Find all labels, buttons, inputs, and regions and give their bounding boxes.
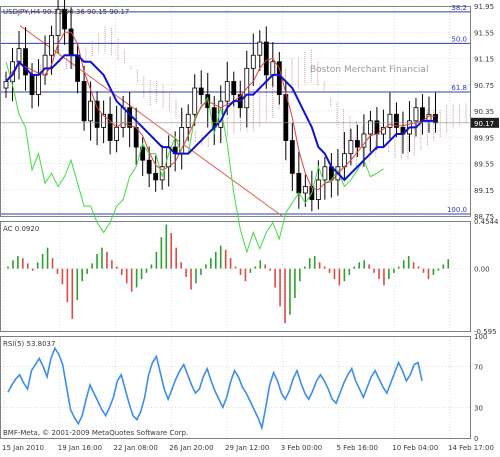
candle-body <box>192 87 198 115</box>
candle-body <box>146 159 152 174</box>
candle-body <box>263 41 269 76</box>
watermark: Boston Merchant Financial <box>310 65 428 75</box>
rsi-y-tick-label: 70 <box>474 364 483 372</box>
y-tick-label: 89.15 <box>474 187 494 195</box>
candle-body <box>153 172 159 181</box>
rsi-line <box>7 346 423 431</box>
y-tick-label: 91.15 <box>474 56 494 64</box>
candle-body <box>81 81 87 122</box>
candle-body <box>88 100 93 122</box>
x-tick-label: 5 Feb 16:00 <box>337 444 378 452</box>
x-tick-label: 26 Jan 20:00 <box>169 444 213 452</box>
y-tick-label: 89.55 <box>474 161 494 169</box>
candle-body <box>29 74 35 95</box>
candle-body <box>257 41 263 56</box>
panel-frame-2 <box>0 221 471 332</box>
rsi-y-tick-label: 0 <box>474 435 478 443</box>
rsi-y-tick-label: 30 <box>474 404 483 412</box>
footer-copyright: BMF-Meta, © 2001-2009 MetaQuotes Softwar… <box>3 429 188 437</box>
candle-body <box>16 48 22 63</box>
candle-body <box>75 54 80 82</box>
panel-frame-3 <box>0 336 471 439</box>
fib-level-label: 61.8 <box>451 84 467 92</box>
candle-body <box>413 107 419 122</box>
x-tick-label: 19 Jan 16:00 <box>58 444 102 452</box>
candle-body <box>133 127 139 148</box>
y-tick-label: 89.95 <box>474 134 494 142</box>
candle-body <box>224 81 230 102</box>
x-tick-label: 29 Jan 12:00 <box>225 444 269 452</box>
candle-body <box>289 140 295 174</box>
candle-body <box>348 140 354 155</box>
candle-body <box>120 107 126 128</box>
candle-body <box>420 107 425 122</box>
trendline <box>19 25 283 217</box>
candle-body <box>49 35 54 56</box>
fib-level-label: 100.0 <box>447 206 467 214</box>
candle-body <box>355 140 360 148</box>
candle-body <box>36 74 41 95</box>
x-tick-label: 15 Jan 2010 <box>2 444 44 452</box>
candle-body <box>283 94 289 141</box>
chart-svg: 38.2 50.0 61.8 100.0 Boston Merchant Financi… <box>0 0 499 452</box>
rsi-title: RSI(5) 53.8037 <box>3 340 55 348</box>
candle-body <box>250 54 256 69</box>
candle-body <box>231 81 237 95</box>
x-tick-label: 3 Feb 00:00 <box>281 444 322 452</box>
candle-body <box>114 127 120 141</box>
candle-body <box>296 172 302 194</box>
last-price-label: 90.17 <box>474 120 494 128</box>
x-tick-label: 10 Feb 04:00 <box>392 444 438 452</box>
candle-body <box>185 113 191 128</box>
candle-body <box>3 81 9 89</box>
x-tick-label: 14 Feb 17:00 <box>448 444 494 452</box>
fib-level-label: 50.0 <box>451 35 467 43</box>
candle-body <box>198 87 204 95</box>
candle-body <box>127 107 133 128</box>
x-tick-label: 22 Jan 08:00 <box>114 444 158 452</box>
candle-body <box>270 61 276 76</box>
ac-y-tick-label: 0.4544 <box>474 218 499 226</box>
main-chart-title: USDJPY,H4 90.32 90.36 90.15 90.17 <box>3 8 129 16</box>
y-tick-label: 91.95 <box>474 3 494 11</box>
candle-body <box>322 166 328 181</box>
y-tick-label: 90.35 <box>474 108 494 116</box>
y-tick-label: 91.55 <box>474 29 494 37</box>
rsi-y-tick-label: 100 <box>474 333 487 341</box>
candle-body <box>107 113 113 141</box>
candle-body <box>302 186 308 194</box>
ac-title: AC 0.0920 <box>3 225 39 233</box>
y-tick-label: 90.75 <box>474 82 494 90</box>
chart-container: 38.2 50.0 61.8 100.0 Boston Merchant Financi… <box>0 0 500 453</box>
ac-y-tick-label: 0.00 <box>474 266 490 274</box>
fib-level-label: 38.2 <box>451 4 467 12</box>
